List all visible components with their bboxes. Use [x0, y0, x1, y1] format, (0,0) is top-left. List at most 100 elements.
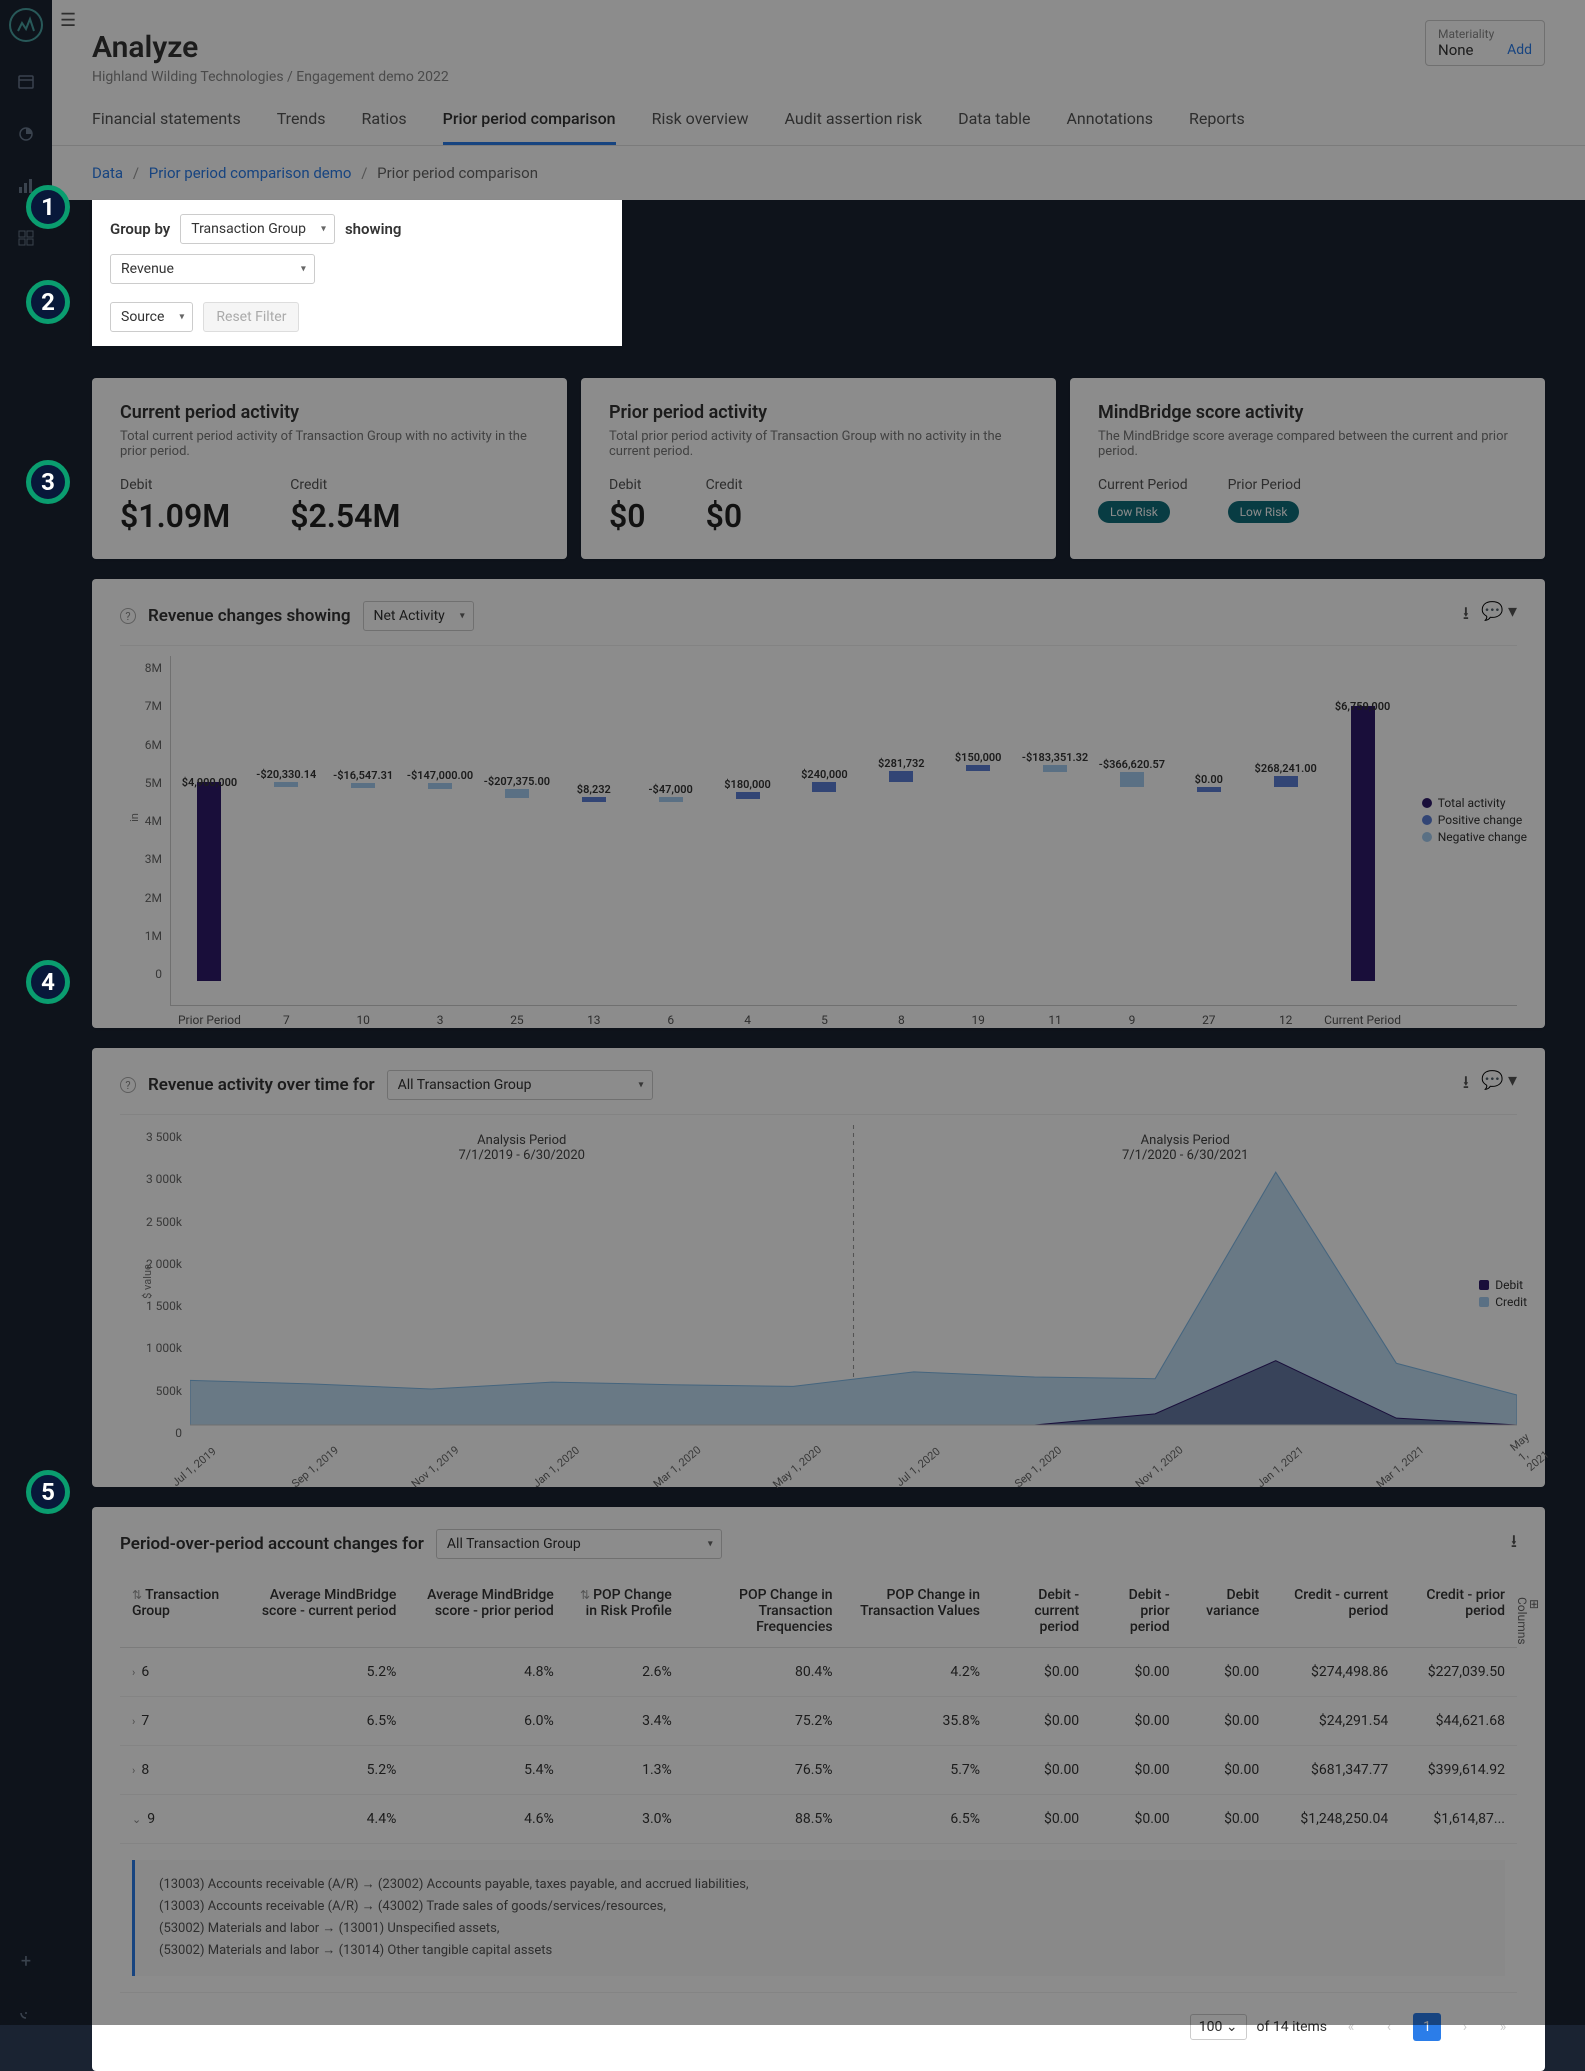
comment-icon[interactable]: 💬 ▾ [1481, 1070, 1517, 1100]
tab-data-table[interactable]: Data table [958, 95, 1030, 145]
nav-item-2[interactable] [14, 122, 38, 146]
reset-filter-button[interactable]: Reset Filter [203, 302, 299, 332]
current-card-desc: Total current period activity of Transac… [120, 429, 539, 459]
waterfall-legend: Total activity Positive change Negative … [1422, 796, 1527, 847]
col-header[interactable]: ⇅POP Change in Risk Profile [566, 1575, 684, 1648]
page-first[interactable]: « [1337, 2013, 1365, 2041]
filter-bar: Group by Transaction Group showing Reven… [92, 200, 622, 346]
pagination-total: of 14 items [1257, 2019, 1327, 2035]
prior-credit-value: $0 [706, 497, 743, 535]
comment-icon[interactable]: 💬 ▾ [1481, 601, 1517, 631]
col-header[interactable]: Debit - current period [992, 1575, 1091, 1648]
showing-label: showing [345, 220, 401, 238]
score-card-desc: The MindBridge score average compared be… [1098, 429, 1517, 459]
area-title: Revenue activity over time for [148, 1075, 375, 1095]
tab-risk-overview[interactable]: Risk overview [652, 95, 749, 145]
col-header[interactable]: Credit - current period [1271, 1575, 1400, 1648]
nav-item-4[interactable] [14, 226, 38, 250]
prior-card-desc: Total prior period activity of Transacti… [609, 429, 1028, 459]
breadcrumb: Data / Prior period comparison demo / Pr… [52, 146, 1585, 200]
col-header[interactable]: POP Change in Transaction Frequencies [684, 1575, 845, 1648]
table-row[interactable]: ›65.2%4.8%2.6%80.4%4.2%$0.00$0.00$0.00$2… [120, 1648, 1517, 1697]
pagination: 100 ⌄ of 14 items « ‹ 1 › » [120, 2013, 1517, 2041]
nav-settings-icon[interactable] [14, 2001, 38, 2025]
info-icon[interactable]: ? [120, 1077, 136, 1093]
tour-marker-2: 2 [26, 280, 70, 324]
page-title: Analyze [92, 30, 1545, 65]
tabs-bar: Financial statements Trends Ratios Prior… [52, 95, 1585, 146]
tab-audit-assertion-risk[interactable]: Audit assertion risk [785, 95, 923, 145]
page-1[interactable]: 1 [1413, 2013, 1441, 2041]
table-title: Period-over-period account changes for [120, 1534, 424, 1554]
tab-prior-period-comparison[interactable]: Prior period comparison [443, 95, 616, 145]
area-panel: ? Revenue activity over time for All Tra… [92, 1048, 1545, 1487]
tour-marker-4: 4 [26, 960, 70, 1004]
page-size-select[interactable]: 100 ⌄ [1190, 2014, 1247, 2040]
expanded-row-detail: (13003) Accounts receivable (A/R) → (230… [132, 1860, 1505, 1976]
summary-cards-row: Current period activity Total current pe… [52, 358, 1585, 559]
tab-trends[interactable]: Trends [277, 95, 326, 145]
hamburger-icon[interactable]: ☰ [60, 10, 76, 31]
materiality-value: None [1438, 41, 1474, 59]
tab-financial-statements[interactable]: Financial statements [92, 95, 241, 145]
current-card-title: Current period activity [120, 402, 539, 423]
table-row[interactable]: ⌄94.4%4.6%3.0%88.5%6.5%$0.00$0.00$0.00$1… [120, 1795, 1517, 1844]
current-credit-value: $2.54M [290, 497, 400, 535]
page-prev[interactable]: ‹ [1375, 2013, 1403, 2041]
col-header[interactable]: Credit - prior period [1400, 1575, 1517, 1648]
page-subtitle: Highland Wilding Technologies / Engageme… [92, 69, 1545, 85]
columns-toggle[interactable]: Columns [1515, 1597, 1539, 1645]
col-header[interactable]: Debit - prior period [1091, 1575, 1181, 1648]
waterfall-metric-dropdown[interactable]: Net Activity [363, 601, 474, 631]
group-by-dropdown[interactable]: Transaction Group [180, 214, 335, 244]
tab-reports[interactable]: Reports [1189, 95, 1245, 145]
download-icon[interactable]: ⭳ [1463, 1070, 1469, 1100]
download-icon[interactable]: ⭳ [1511, 1529, 1517, 1559]
tour-marker-3: 3 [26, 460, 70, 504]
waterfall-plot[interactable]: Prior Period$4,900,0007-$20,330.1410-$16… [170, 656, 1517, 1006]
table-row[interactable]: ›76.5%6.0%3.4%75.2%35.8%$0.00$0.00$0.00$… [120, 1697, 1517, 1746]
current-debit-value: $1.09M [120, 497, 230, 535]
waterfall-panel: ? Revenue changes showing Net Activity ⭳… [92, 579, 1545, 1028]
col-header[interactable]: POP Change in Transaction Values [845, 1575, 992, 1648]
area-group-dropdown[interactable]: All Transaction Group [387, 1070, 653, 1100]
materiality-label: Materiality [1438, 27, 1532, 41]
app-logo[interactable] [9, 8, 43, 42]
nav-add-icon[interactable]: + [14, 1949, 38, 1973]
current-period-card: Current period activity Total current pe… [92, 378, 567, 559]
breadcrumb-data[interactable]: Data [92, 164, 123, 182]
col-header[interactable]: Average MindBridge score - prior period [408, 1575, 565, 1648]
info-icon[interactable]: ? [120, 608, 136, 624]
breadcrumb-demo[interactable]: Prior period comparison demo [149, 164, 352, 182]
score-card-title: MindBridge score activity [1098, 402, 1517, 423]
tab-annotations[interactable]: Annotations [1066, 95, 1153, 145]
breadcrumb-current: Prior period comparison [377, 164, 538, 182]
table-row[interactable]: ›85.2%5.4%1.3%76.5%5.7%$0.00$0.00$0.00$6… [120, 1746, 1517, 1795]
pop-changes-table: ⇅Transaction GroupAverage MindBridge sco… [120, 1575, 1517, 1993]
col-header[interactable]: Debit variance [1182, 1575, 1272, 1648]
tab-ratios[interactable]: Ratios [362, 95, 407, 145]
nav-item-1[interactable] [14, 70, 38, 94]
table-group-dropdown[interactable]: All Transaction Group [436, 1529, 722, 1559]
area-legend: Debit Credit [1479, 1278, 1527, 1312]
page-header: Analyze Highland Wilding Technologies / … [52, 0, 1585, 95]
page-last[interactable]: » [1489, 2013, 1517, 2041]
score-activity-card: MindBridge score activity The MindBridge… [1070, 378, 1545, 559]
source-dropdown[interactable]: Source [110, 302, 193, 332]
prior-debit-value: $0 [609, 497, 646, 535]
waterfall-title: Revenue changes showing [148, 606, 351, 626]
page-next[interactable]: › [1451, 2013, 1479, 2041]
materiality-add-link[interactable]: Add [1507, 42, 1532, 58]
area-plot[interactable]: Analysis Period 7/1/2019 - 6/30/2020 Ana… [190, 1125, 1517, 1465]
col-header[interactable]: ⇅Transaction Group [120, 1575, 246, 1648]
showing-dropdown[interactable]: Revenue [110, 254, 315, 284]
tour-marker-5: 5 [26, 1470, 70, 1514]
tour-marker-1: 1 [26, 185, 70, 229]
col-header[interactable]: Average MindBridge score - current perio… [246, 1575, 409, 1648]
current-risk-pill: Low Risk [1098, 501, 1170, 523]
group-by-label: Group by [110, 220, 170, 238]
prior-period-card: Prior period activity Total prior period… [581, 378, 1056, 559]
area-y-axis: 3 500k 3 000k 2 500k 2 000k 1 500k 1 000… [120, 1125, 190, 1465]
table-panel: Period-over-period account changes for A… [92, 1507, 1545, 2071]
download-icon[interactable]: ⭳ [1463, 601, 1469, 631]
